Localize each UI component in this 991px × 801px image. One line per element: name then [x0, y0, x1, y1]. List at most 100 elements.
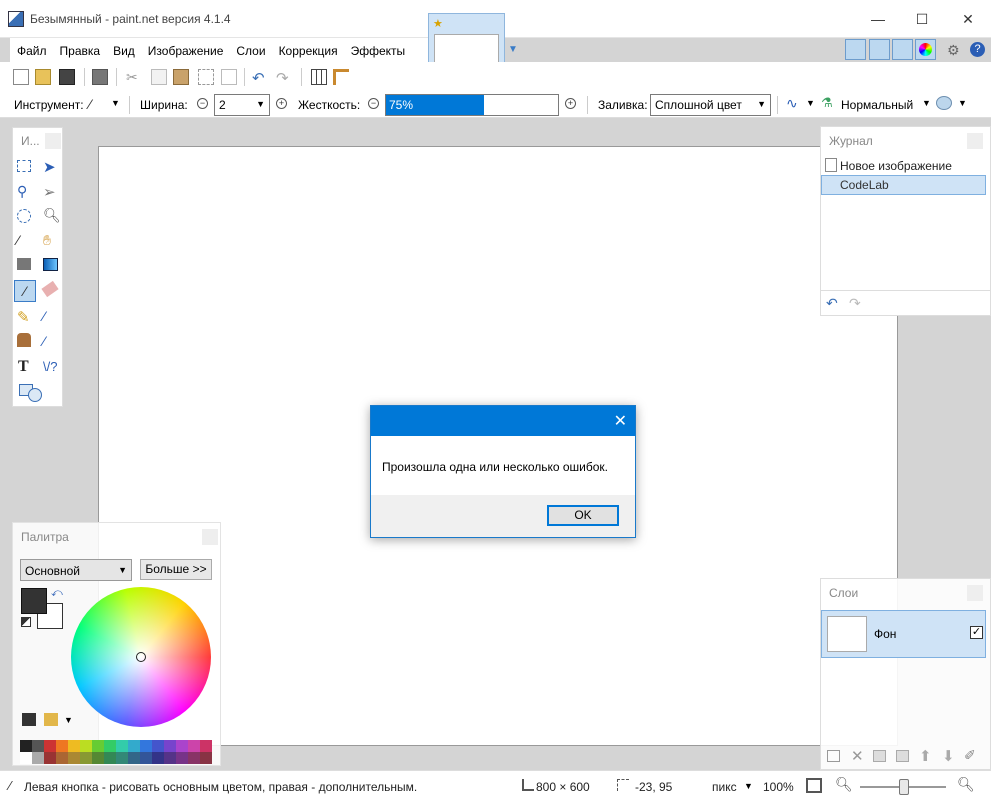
width-decrease-button[interactable]: − [197, 98, 208, 109]
palette-swatch[interactable] [80, 752, 92, 764]
paintnet-app-icon[interactable] [8, 11, 24, 27]
antialiasing-icon[interactable]: ∿ [786, 95, 798, 112]
move-layer-down-icon[interactable]: ⬇ [942, 747, 955, 765]
hardness-decrease-button[interactable]: − [368, 98, 379, 109]
merge-layer-icon[interactable] [896, 750, 909, 762]
menu-edit[interactable]: Правка [53, 38, 107, 58]
palette-swatch[interactable] [188, 752, 200, 764]
tab-dropdown-icon[interactable]: ▼ [508, 44, 518, 55]
palette-swatch[interactable] [128, 740, 140, 752]
paintbrush-icon[interactable]: ⁄ [14, 280, 36, 302]
zoom-out-icon[interactable]: 🔍︎ [835, 776, 853, 793]
lasso-select-icon[interactable]: ⚲ [17, 183, 37, 203]
add-color-icon[interactable] [22, 713, 36, 726]
tool-dropdown-icon[interactable]: ▼ [111, 98, 120, 108]
help-icon[interactable]: ? [970, 42, 985, 57]
hardness-increase-button[interactable]: + [565, 98, 576, 109]
panel-close-icon[interactable] [967, 585, 983, 601]
undo-icon[interactable]: ↶ [252, 69, 268, 87]
history-undo-icon[interactable]: ↶ [826, 295, 838, 312]
palette-swatch[interactable] [20, 752, 32, 764]
antialiasing-dropdown-icon[interactable]: ▼ [806, 98, 815, 108]
menu-image[interactable]: Изображение [141, 38, 230, 58]
palette-menu-dropdown-icon[interactable]: ▼ [64, 715, 73, 725]
print-icon[interactable] [92, 69, 108, 85]
dialog-close-icon[interactable]: ✕ [614, 411, 627, 431]
width-increase-button[interactable]: + [276, 98, 287, 109]
layers-window-icon[interactable] [892, 39, 913, 60]
color-picker-icon[interactable]: ⁄ [43, 308, 63, 328]
paint-bucket-icon[interactable] [17, 258, 31, 270]
palette-swatch[interactable] [32, 752, 44, 764]
reset-colors-icon[interactable] [21, 617, 31, 627]
selection-dropdown-icon[interactable]: ▼ [958, 98, 967, 108]
rectangle-select-icon[interactable] [17, 160, 31, 172]
blend-dropdown-icon[interactable]: ▼ [922, 98, 931, 108]
grid-icon[interactable] [311, 69, 327, 85]
palette-swatch[interactable] [68, 752, 80, 764]
layer-visibility-checkbox[interactable]: ✓ [970, 626, 983, 639]
palette-swatch[interactable] [164, 752, 176, 764]
layer-properties-icon[interactable]: ✐ [964, 747, 976, 764]
palette-swatch[interactable] [104, 752, 116, 764]
zoom-icon[interactable]: 🔍︎ [43, 207, 63, 227]
palette-swatch[interactable] [80, 740, 92, 752]
redo-icon[interactable]: ↷ [276, 69, 292, 87]
palette-swatch[interactable] [92, 752, 104, 764]
width-input[interactable]: 2 ▼ [214, 94, 270, 116]
palette-swatch[interactable] [44, 752, 56, 764]
eraser-icon[interactable] [41, 280, 59, 298]
palette-swatch[interactable] [176, 752, 188, 764]
palette-swatch[interactable] [140, 740, 152, 752]
palette-mode-select[interactable]: Основной ▼ [20, 559, 132, 581]
zoom-to-window-icon[interactable] [806, 778, 822, 793]
history-item-selected[interactable]: CodeLab [821, 175, 986, 195]
maximize-button[interactable]: ☐ [907, 6, 937, 32]
palette-swatch[interactable] [200, 752, 212, 764]
palette-swatch[interactable] [92, 740, 104, 752]
line-curve-icon[interactable]: \/? [43, 359, 63, 379]
settings-gear-icon[interactable]: ⚙ [947, 42, 960, 59]
hardness-slider[interactable]: 75% [385, 94, 559, 116]
crop-icon[interactable] [198, 69, 214, 85]
ok-button[interactable]: OK [547, 505, 619, 526]
palette-swatch[interactable] [164, 740, 176, 752]
blend-mode-value[interactable]: Нормальный [841, 98, 913, 112]
palette-swatch[interactable] [152, 752, 164, 764]
move-selected-icon[interactable]: ➤ [43, 158, 63, 178]
move-layer-up-icon[interactable]: ⬆ [919, 747, 932, 765]
magic-wand-icon[interactable]: ⁄ [17, 232, 37, 252]
history-window-icon[interactable] [869, 39, 890, 60]
menu-effects[interactable]: Эффекты [344, 38, 412, 58]
palette-swatch[interactable] [44, 740, 56, 752]
palette-swatch[interactable] [104, 740, 116, 752]
selection-mode-icon[interactable] [936, 96, 952, 110]
palette-swatch[interactable] [140, 752, 152, 764]
layer-row[interactable]: Фон ✓ [821, 610, 986, 658]
pan-hand-icon[interactable]: ✋︎ [43, 232, 63, 252]
delete-layer-icon[interactable]: ✕ [851, 747, 864, 765]
palette-menu-icon[interactable] [44, 713, 58, 726]
palette-swatch[interactable] [152, 740, 164, 752]
minimize-button[interactable]: — [863, 6, 893, 32]
palette-swatch[interactable] [128, 752, 140, 764]
panel-close-icon[interactable] [967, 133, 983, 149]
color-wheel[interactable] [71, 587, 211, 727]
shapes-icon[interactable] [19, 384, 55, 402]
text-icon[interactable]: T [18, 358, 38, 378]
palette-swatch[interactable] [56, 740, 68, 752]
units-select[interactable]: пикс [712, 780, 737, 794]
clone-stamp-icon[interactable] [17, 333, 31, 347]
swap-colors-icon[interactable]: ⤺ [51, 587, 63, 600]
palette-swatch[interactable] [20, 740, 32, 752]
palette-swatch[interactable] [176, 740, 188, 752]
duplicate-layer-icon[interactable] [873, 750, 886, 762]
units-dropdown-icon[interactable]: ▼ [744, 781, 753, 791]
recolor-icon[interactable]: ⁄ [43, 333, 63, 353]
move-selection-icon[interactable]: ➢ [43, 183, 63, 203]
new-file-icon[interactable] [13, 69, 29, 85]
color-wheel-cursor[interactable] [136, 652, 146, 662]
add-layer-icon[interactable] [827, 750, 840, 762]
colors-window-icon[interactable] [915, 39, 936, 60]
fill-select[interactable]: Сплошной цвет ▼ [650, 94, 771, 116]
